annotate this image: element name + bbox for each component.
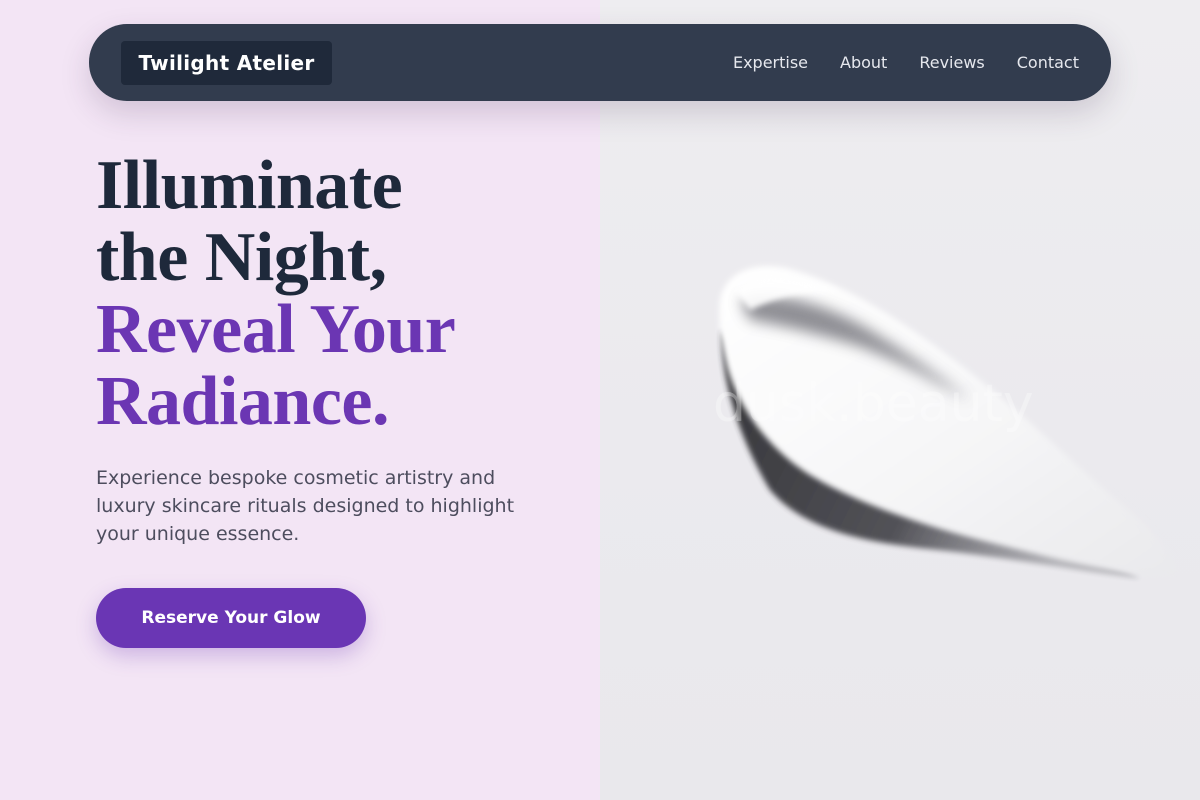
- hero-headline: Illuminate the Night, Reveal Your Radian…: [96, 147, 456, 440]
- hero-subtitle: Experience bespoke cosmetic artistry and…: [96, 467, 515, 545]
- top-navbar: Twilight Atelier Expertise About Reviews…: [89, 24, 1111, 101]
- headline-accent-line-2: Radiance.: [96, 363, 390, 440]
- headline-line-2: the Night,: [96, 219, 387, 296]
- reserve-glow-button[interactable]: Reserve Your Glow: [96, 588, 366, 648]
- headline-line-1: Illuminate: [96, 147, 403, 224]
- nav-link-reviews[interactable]: Reviews: [919, 53, 984, 72]
- nav-link-contact[interactable]: Contact: [1017, 53, 1079, 72]
- nav-link-about[interactable]: About: [840, 53, 887, 72]
- nav-link-expertise[interactable]: Expertise: [733, 53, 808, 72]
- brand-logo[interactable]: Twilight Atelier: [121, 41, 332, 85]
- nav-links: Expertise About Reviews Contact: [733, 24, 1079, 101]
- hero-image: dusk.beauty: [600, 0, 1200, 800]
- image-watermark: dusk.beauty: [713, 374, 1034, 434]
- headline-accent-line-1: Reveal Your: [96, 291, 456, 368]
